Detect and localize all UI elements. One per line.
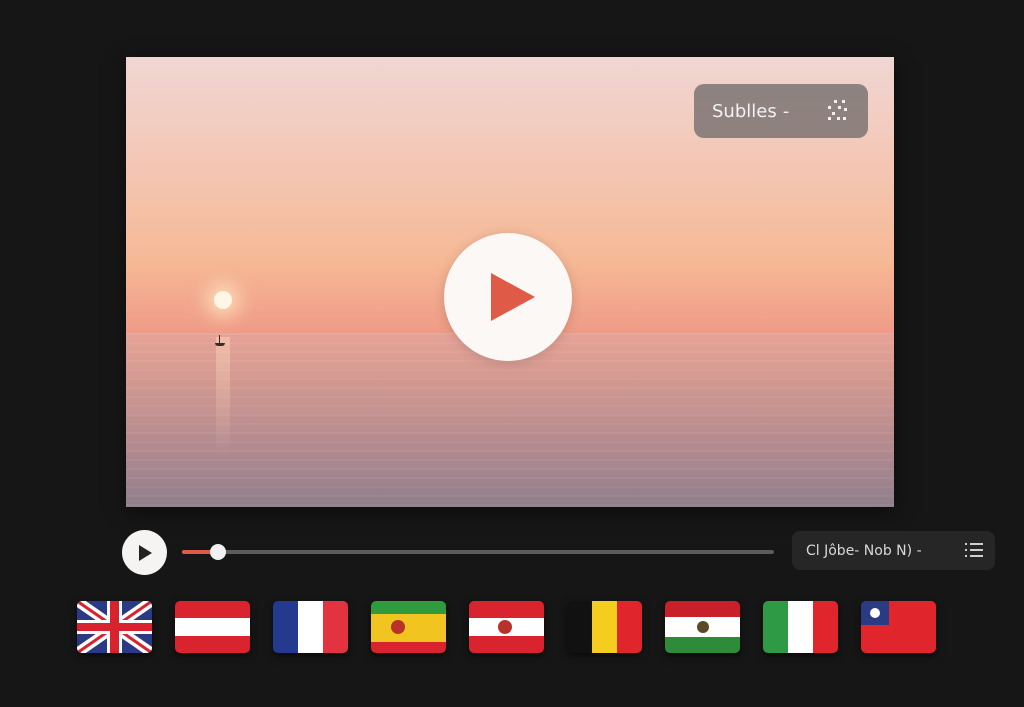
belgium-flag xyxy=(567,601,642,653)
sun-reflection xyxy=(216,337,230,457)
spain-like-flag-button[interactable] xyxy=(469,601,544,653)
boat xyxy=(215,335,225,347)
subtitle-grid-icon xyxy=(828,100,847,120)
italy-flag-button[interactable] xyxy=(763,601,838,653)
belgium-flag-button[interactable] xyxy=(567,601,642,653)
language-flags xyxy=(77,601,957,655)
subtitles-overlay-label: Sublles xyxy=(712,100,777,122)
france-flag-button[interactable] xyxy=(273,601,348,653)
mexico-like-flag-button[interactable] xyxy=(665,601,740,653)
subtitle-selector-label: Cl Jôbe- Nob N) - xyxy=(806,542,922,559)
spain-like-flag xyxy=(469,601,544,653)
yellow-green-flag-button[interactable] xyxy=(371,601,446,653)
mexico-like-flag xyxy=(665,601,740,653)
uk-flag-button[interactable] xyxy=(77,601,152,653)
play-button[interactable] xyxy=(122,530,167,575)
play-icon xyxy=(491,273,535,321)
italy-flag xyxy=(763,601,838,653)
sun xyxy=(214,291,232,309)
progress-bar[interactable] xyxy=(182,544,774,560)
play-icon xyxy=(139,545,152,561)
center-play-button[interactable] xyxy=(444,233,572,361)
video-player[interactable]: Sublles - xyxy=(126,57,894,507)
list-icon xyxy=(965,543,983,557)
taiwan-like-flag xyxy=(861,601,936,653)
uk-flag xyxy=(77,601,152,653)
austria-flag-button[interactable] xyxy=(175,601,250,653)
progress-handle[interactable] xyxy=(209,544,226,560)
subtitle-language-selector[interactable]: Cl Jôbe- Nob N) - xyxy=(792,531,995,570)
subtitles-overlay-chevron: - xyxy=(782,100,790,122)
france-flag xyxy=(273,601,348,653)
austria-flag xyxy=(175,601,250,653)
yellow-green-flag xyxy=(371,601,446,653)
taiwan-like-flag-button[interactable] xyxy=(861,601,936,653)
subtitles-overlay-button[interactable]: Sublles - xyxy=(694,84,868,138)
